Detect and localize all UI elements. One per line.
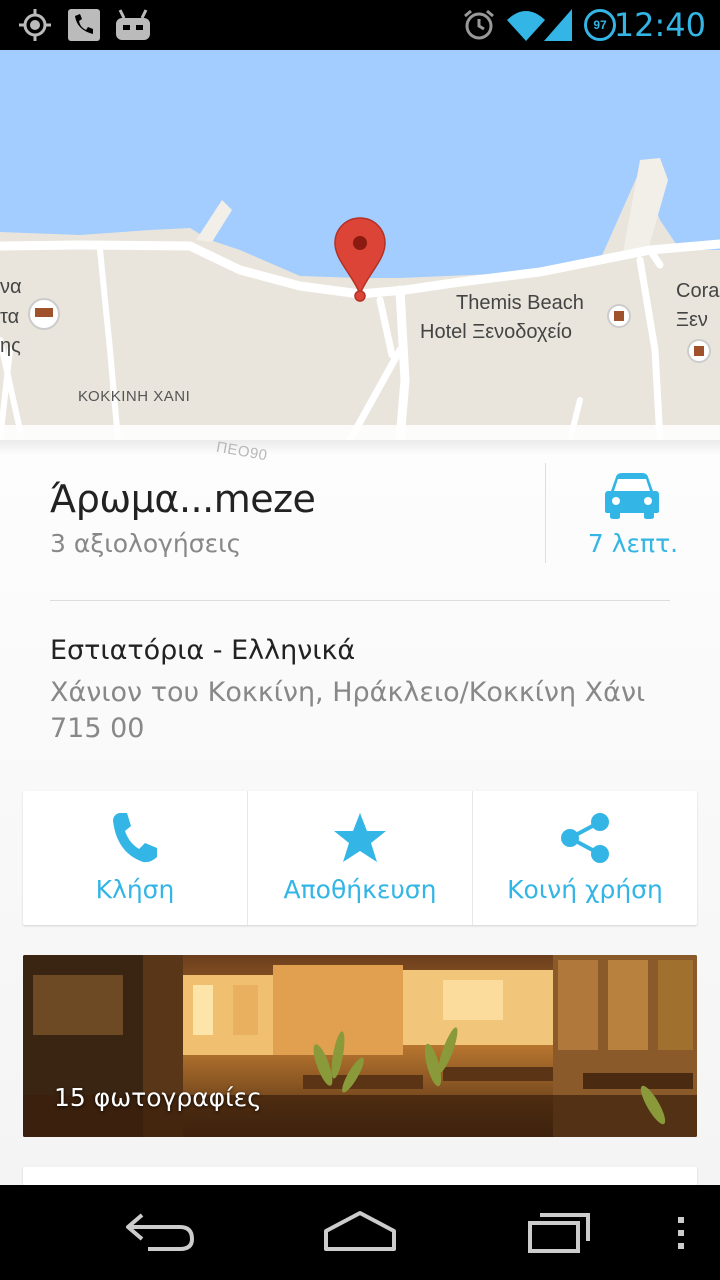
- drive-time: 7 λεπτ.: [587, 529, 679, 558]
- map-label: Cora: [676, 280, 720, 302]
- place-address[interactable]: Χάνιον του Κοκκίνη, Ηράκλειο/Κοκκίνη Χάν…: [50, 675, 690, 747]
- home-icon[interactable]: [322, 1209, 398, 1253]
- car-icon: [605, 473, 659, 519]
- navigation-bar: [0, 1185, 720, 1280]
- wifi-icon: [507, 11, 545, 41]
- star-icon: [334, 813, 386, 862]
- call-label: Κλήση: [95, 875, 175, 904]
- gps-icon: [19, 9, 51, 41]
- map-view[interactable]: να τα ης ΚΟΚΚΙΝΗ ΧΑΝΙ Themis Beach Hotel…: [0, 50, 720, 440]
- map-label: τα: [0, 306, 20, 328]
- menu-overflow-icon[interactable]: [674, 1215, 688, 1251]
- map-label-district: ΚΟΚΚΙΝΗ ΧΑΝΙ: [78, 388, 191, 405]
- map-label-hotel: Themis Beach: [456, 292, 584, 314]
- photos-card[interactable]: 15 φωτογραφίες: [23, 955, 697, 1137]
- map-label-road: ΠΕΟ90: [214, 438, 269, 465]
- android-icon: [116, 9, 150, 40]
- place-category: Εστιατόρια - Ελληνικά: [50, 635, 356, 666]
- save-label: Αποθήκευση: [283, 875, 437, 904]
- status-bar: 97 12:40: [0, 0, 720, 50]
- map-label: Ξεν: [676, 309, 708, 331]
- recent-apps-icon[interactable]: [526, 1209, 592, 1253]
- share-button[interactable]: Κοινή χρήση: [472, 791, 697, 925]
- save-button[interactable]: Αποθήκευση: [247, 791, 472, 925]
- action-card: Κλήση Αποθήκευση Κοινή χρήση: [23, 791, 697, 925]
- share-label: Κοινή χρήση: [507, 875, 663, 904]
- cell-signal-icon: [544, 9, 572, 41]
- map-label: ης: [0, 335, 21, 357]
- battery-icon: 97: [584, 9, 616, 41]
- directions-button[interactable]: 7 λεπτ.: [546, 465, 720, 565]
- map-label: να: [0, 276, 22, 298]
- alarm-icon: [464, 9, 494, 40]
- call-button[interactable]: Κλήση: [23, 791, 247, 925]
- back-icon[interactable]: [124, 1209, 196, 1253]
- photo-count: 15 φωτογραφίες: [54, 1083, 262, 1112]
- phone-icon: [113, 813, 157, 863]
- map-label-hotel: Hotel Ξενοδοχείο: [420, 321, 572, 343]
- place-details-panel: ΠΕΟ90 Άρωμα...meze 3 αξιολογήσεις 7 λεπτ…: [0, 425, 720, 1197]
- map-canvas: [0, 50, 720, 440]
- divider: [50, 600, 670, 601]
- share-icon: [561, 813, 609, 863]
- place-title: Άρωμα...meze: [50, 477, 316, 521]
- status-time: 12:40: [613, 6, 706, 44]
- reviews-count[interactable]: 3 αξιολογήσεις: [50, 529, 241, 558]
- phone-signal-icon: [68, 9, 100, 41]
